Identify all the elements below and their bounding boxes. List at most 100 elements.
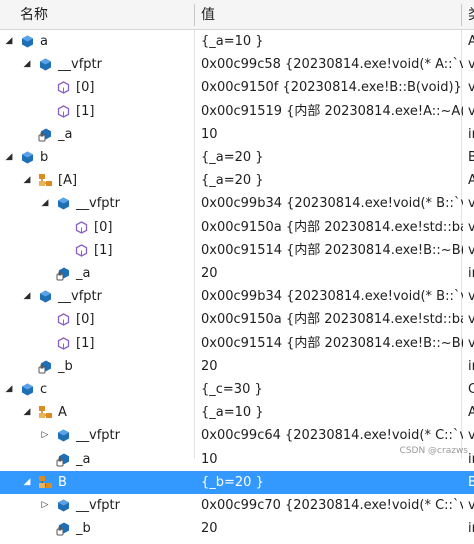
object-icon [56, 498, 71, 513]
field-icon [56, 452, 71, 467]
object-icon [38, 289, 53, 304]
tree-row[interactable]: _b 20 in [0, 517, 474, 540]
variable-value[interactable]: 0x00c9150a {内部 20230814.exe!std::basic_s… [201, 216, 463, 239]
collapse-arrow-icon[interactable]: ◢ [21, 169, 33, 192]
variable-name: [1] [76, 335, 95, 351]
tree-row[interactable]: [1] 0x00c91514 {内部 20230814.exe!B::~B(voi… [0, 239, 474, 262]
tree-row[interactable]: ▷ __vfptr 0x00c99c70 {20230814.exe!void(* … [0, 494, 474, 517]
expand-arrow-icon[interactable]: ▷ [39, 424, 51, 447]
watermark: CSDN @crazws [399, 446, 468, 456]
variable-type: in [468, 266, 474, 281]
object-icon [56, 196, 71, 211]
column-divider[interactable] [194, 4, 195, 26]
column-header-type[interactable]: 类 [468, 0, 474, 30]
tree-row[interactable]: [0] 0x00c9150a {内部 20230814.exe!std::basi… [0, 308, 474, 331]
variable-value[interactable]: {_a=20 } [201, 169, 463, 192]
variable-name: __vfptr [58, 57, 102, 73]
variable-value[interactable]: {_a=20 } [201, 146, 463, 169]
tree-row[interactable]: [0] 0x00c9150f {20230814.exe!B::B(void)} v [0, 76, 474, 99]
variable-value[interactable]: 0x00c91514 {内部 20230814.exe!B::~B(void)} [201, 332, 463, 355]
column-header-name[interactable]: 名称 [20, 0, 48, 30]
method-icon [56, 312, 71, 327]
variable-value[interactable]: {_a=10 } [201, 401, 463, 424]
variable-name: B [58, 474, 67, 490]
tree-row[interactable]: [0] 0x00c9150a {内部 20230814.exe!std::basi… [0, 216, 474, 239]
variable-name: [0] [76, 312, 95, 328]
variable-value[interactable]: 0x00c99c64 {20230814.exe!void(* C::`vfta… [201, 424, 463, 447]
variable-type: in [468, 358, 474, 374]
tree-row[interactable]: [1] 0x00c91514 {内部 20230814.exe!B::~B(voi… [0, 332, 474, 355]
variable-value[interactable]: 0x00c91519 {内部 20230814.exe!A::~A(void)} [201, 100, 463, 123]
expand-arrow-icon[interactable]: ▷ [39, 494, 51, 517]
variable-name: [0] [94, 219, 113, 235]
variable-name: _b [76, 521, 91, 537]
method-icon [74, 220, 89, 235]
collapse-arrow-icon[interactable]: ◢ [3, 378, 15, 401]
variable-type: A [468, 173, 474, 189]
variable-name: _a [76, 266, 91, 281]
variable-value[interactable]: {_a=10 } [201, 30, 463, 53]
variable-value[interactable]: 0x00c99b34 {20230814.exe!void(* B::`vfta… [201, 192, 463, 215]
tree-row[interactable]: _a 20 in [0, 262, 474, 285]
variable-name: __vfptr [76, 428, 120, 444]
variable-value[interactable]: {_b=20 } [201, 471, 463, 494]
variable-value[interactable]: 10 [201, 123, 463, 146]
field-icon [56, 521, 71, 536]
object-icon [38, 57, 53, 72]
variable-type: B [468, 474, 474, 490]
variable-name: [A] [58, 173, 78, 189]
column-header-value[interactable]: 值 [201, 0, 215, 30]
variable-value[interactable]: 20 [201, 355, 463, 378]
object-icon [20, 382, 35, 397]
variable-value[interactable]: {_c=30 } [201, 378, 463, 401]
field-icon [38, 359, 53, 374]
variable-type: v [468, 219, 474, 235]
method-icon [74, 243, 89, 258]
variable-type: in [468, 451, 474, 467]
column-header: 名称 值 类 [0, 0, 474, 30]
collapse-arrow-icon[interactable]: ◢ [21, 53, 33, 76]
variable-value[interactable]: 0x00c9150a {内部 20230814.exe!std::basic_s… [201, 308, 463, 331]
variable-name: [1] [76, 103, 95, 119]
variable-type: A [468, 405, 474, 421]
tree-row[interactable]: ◢ b {_a=20 } B [0, 146, 474, 169]
tree-row[interactable]: [1] 0x00c91519 {内部 20230814.exe!A::~A(voi… [0, 100, 474, 123]
tree-row[interactable]: ◢ B {_b=20 } B [0, 470, 474, 494]
tree-row[interactable]: ▷ __vfptr 0x00c99c64 {20230814.exe!void(* … [0, 424, 474, 447]
field-icon [38, 127, 53, 142]
tree-row[interactable]: ◢ c {_c=30 } C [0, 378, 474, 401]
collapse-arrow-icon[interactable]: ◢ [21, 401, 33, 424]
field-icon [56, 266, 71, 281]
tree-row[interactable]: ◢ a {_a=10 } A [0, 30, 474, 53]
variable-type: v [468, 103, 474, 119]
variable-value[interactable]: 0x00c9150f {20230814.exe!B::B(void)} [201, 76, 463, 99]
tree-row[interactable]: ◢ __vfptr 0x00c99c58 {20230814.exe!void(* … [0, 53, 474, 76]
variable-name: _b [58, 358, 73, 374]
collapse-arrow-icon[interactable]: ◢ [21, 285, 33, 308]
variable-value[interactable]: 0x00c99c58 {20230814.exe!void(* A::`vfta… [201, 53, 463, 76]
class-icon [38, 405, 53, 420]
collapse-arrow-icon[interactable]: ◢ [3, 146, 15, 169]
collapse-arrow-icon[interactable]: ◢ [3, 30, 15, 53]
variable-name: c [40, 382, 48, 397]
variable-name: b [40, 150, 49, 165]
variable-value[interactable]: 20 [201, 517, 463, 540]
tree-row[interactable]: ◢ __vfptr 0x00c99b34 {20230814.exe!void(* … [0, 285, 474, 308]
column-divider[interactable] [461, 4, 462, 26]
class-icon [38, 173, 53, 188]
class-icon [38, 475, 53, 490]
variable-value[interactable]: 0x00c99c70 {20230814.exe!void(* C::`vfta… [201, 494, 463, 517]
tree-row[interactable]: ◢ A {_a=10 } A [0, 401, 474, 424]
collapse-arrow-icon[interactable]: ◢ [39, 192, 51, 215]
tree-row[interactable]: _b 20 in [0, 355, 474, 378]
variable-value[interactable]: 0x00c99b34 {20230814.exe!void(* B::`vfta… [201, 285, 463, 308]
variable-name: _a [76, 451, 91, 467]
tree-row[interactable]: ◢ __vfptr 0x00c99b34 {20230814.exe!void(* … [0, 192, 474, 215]
tree-row[interactable]: ◢ [A] {_a=20 } A [0, 169, 474, 192]
tree-row[interactable]: _a 10 in [0, 123, 474, 146]
variable-type: v [468, 242, 474, 258]
variable-value[interactable]: 0x00c91514 {内部 20230814.exe!B::~B(void)} [201, 239, 463, 262]
object-icon [56, 428, 71, 443]
variable-value[interactable]: 20 [201, 262, 463, 285]
collapse-arrow-icon[interactable]: ◢ [21, 471, 33, 494]
